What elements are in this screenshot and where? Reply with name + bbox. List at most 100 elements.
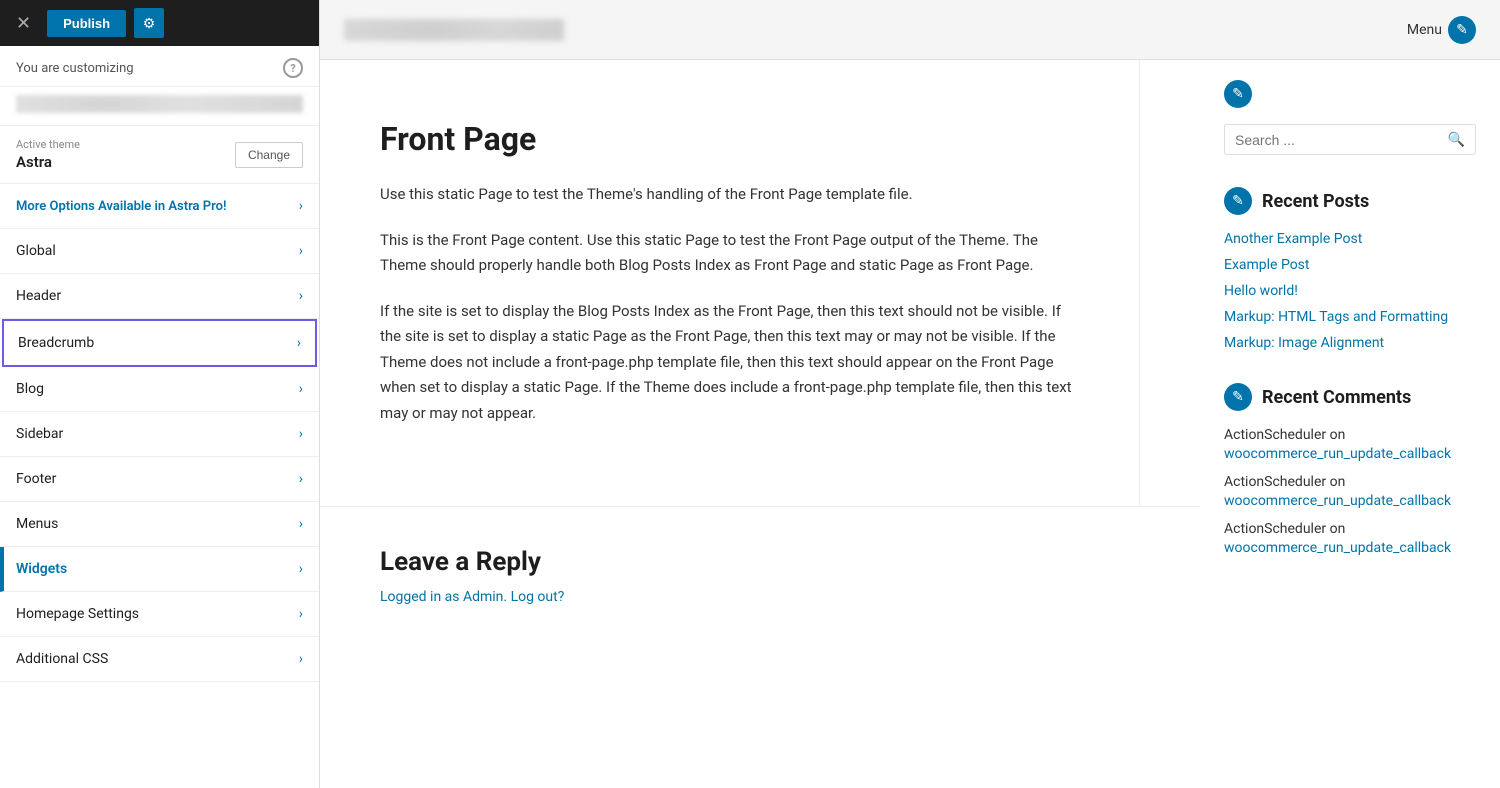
astra-pro-text: More Options Available in Astra Pro! <box>16 199 226 214</box>
recent-posts-widget: ✎ Recent Posts Another Example Post Exam… <box>1224 187 1476 351</box>
article-title: Front Page <box>380 120 1079 158</box>
customizing-row: You are customizing ? <box>0 46 319 87</box>
comment-author-2: ActionScheduler on <box>1224 474 1476 490</box>
chevron-global: › <box>299 243 303 259</box>
astra-pro-banner[interactable]: More Options Available in Astra Pro! › <box>0 184 319 229</box>
settings-button[interactable]: ⚙ <box>134 8 164 38</box>
comment-link-2: woocommerce_run_update_callback <box>1224 493 1476 509</box>
sidebar-item-label-sidebar: Sidebar <box>16 426 63 442</box>
list-item: Another Example Post <box>1224 231 1476 247</box>
list-item: Example Post <box>1224 257 1476 273</box>
article-para-3: If the site is set to display the Blog P… <box>380 299 1079 427</box>
main-content: Menu ✎ Front Page Use this static Page t… <box>320 0 1500 788</box>
recent-comments-pencil-icon: ✎ <box>1224 383 1252 411</box>
recent-comments-widget: ✎ Recent Comments ActionScheduler on woo… <box>1224 383 1476 556</box>
customizing-label: You are customizing <box>16 61 134 76</box>
recent-posts-header: ✎ Recent Posts <box>1224 187 1476 215</box>
list-item: Hello world! <box>1224 283 1476 299</box>
close-button[interactable]: ✕ <box>8 10 39 36</box>
list-item: Markup: Image Alignment <box>1224 335 1476 351</box>
recent-posts-list: Another Example Post Example Post Hello … <box>1224 231 1476 351</box>
article-para-1: Use this static Page to test the Theme's… <box>380 182 1079 208</box>
leave-reply-section: Leave a Reply Logged in as Admin. Log ou… <box>320 506 1200 645</box>
main-article: Front Page Use this static Page to test … <box>320 60 1140 506</box>
chevron-blog: › <box>299 381 303 397</box>
list-item: Markup: HTML Tags and Formatting <box>1224 309 1476 325</box>
search-input[interactable] <box>1235 132 1440 148</box>
menu-link[interactable]: Menu ✎ <box>1407 16 1476 44</box>
comment-author-1: ActionScheduler on <box>1224 427 1476 443</box>
sidebar-item-menus[interactable]: Menus › <box>0 502 319 547</box>
customizer-panel: ✕ Publish ⚙ You are customizing ? Active… <box>0 0 320 788</box>
sidebar-item-label-additional-css: Additional CSS <box>16 651 108 667</box>
sidebar-item-label-homepage-settings: Homepage Settings <box>16 606 139 622</box>
active-theme-section: Active theme Astra Change <box>0 126 319 184</box>
recent-post-link-3[interactable]: Hello world! <box>1224 283 1298 299</box>
article-para-2: This is the Front Page content. Use this… <box>380 228 1079 279</box>
sidebar-item-header[interactable]: Header › <box>0 274 319 319</box>
sidebar-item-label-breadcrumb: Breadcrumb <box>18 335 94 351</box>
search-pencil-icon: ✎ <box>1224 80 1252 108</box>
recent-posts-title: Recent Posts <box>1262 191 1369 212</box>
sidebar-item-sidebar[interactable]: Sidebar › <box>0 412 319 457</box>
chevron-widgets: › <box>299 561 303 577</box>
active-theme-info: Active theme Astra <box>16 138 80 171</box>
chevron-sidebar: › <box>299 426 303 442</box>
sidebar-item-widgets[interactable]: Widgets › <box>0 547 319 592</box>
chevron-breadcrumb: › <box>297 335 301 351</box>
comment-link-1: woocommerce_run_update_callback <box>1224 446 1476 462</box>
comment-link-anchor-2[interactable]: woocommerce_run_update_callback <box>1224 493 1451 509</box>
right-sidebar: ✎ 🔍 ✎ Recent Posts Another Example Post … <box>1200 60 1500 788</box>
menu-label: Menu <box>1407 22 1442 38</box>
help-icon[interactable]: ? <box>283 58 303 78</box>
site-logo <box>344 19 564 41</box>
site-header: Menu ✎ <box>320 0 1500 60</box>
comment-link-anchor-1[interactable]: woocommerce_run_update_callback <box>1224 446 1451 462</box>
sidebar-item-footer[interactable]: Footer › <box>0 457 319 502</box>
comment-author-3: ActionScheduler on <box>1224 521 1476 537</box>
recent-posts-pencil-icon: ✎ <box>1224 187 1252 215</box>
sidebar-item-global[interactable]: Global › <box>0 229 319 274</box>
sidebar-item-blog[interactable]: Blog › <box>0 367 319 412</box>
recent-post-link-2[interactable]: Example Post <box>1224 257 1310 273</box>
logged-in-text: Logged in as Admin. Log out? <box>380 589 1140 605</box>
logout-link[interactable]: Log out? <box>511 589 565 605</box>
list-item: ActionScheduler on woocommerce_run_updat… <box>1224 521 1476 556</box>
change-theme-button[interactable]: Change <box>235 142 303 168</box>
article-body: Use this static Page to test the Theme's… <box>380 182 1079 426</box>
active-theme-name: Astra <box>16 153 52 171</box>
recent-comments-list: ActionScheduler on woocommerce_run_updat… <box>1224 427 1476 556</box>
sidebar-item-breadcrumb[interactable]: Breadcrumb › <box>2 319 317 367</box>
recent-comments-header: ✎ Recent Comments <box>1224 383 1476 411</box>
customizer-header: ✕ Publish ⚙ <box>0 0 319 46</box>
logged-in-link[interactable]: Logged in as Admin. <box>380 589 507 605</box>
pencil-icon: ✎ <box>1448 16 1476 44</box>
sidebar-item-label-blog: Blog <box>16 381 44 397</box>
search-box: 🔍 <box>1224 124 1476 155</box>
sidebar-item-label-menus: Menus <box>16 516 58 532</box>
leave-reply-title: Leave a Reply <box>380 547 1140 577</box>
recent-comments-title: Recent Comments <box>1262 387 1411 408</box>
site-preview-blur <box>16 95 303 113</box>
sidebar-item-homepage-settings[interactable]: Homepage Settings › <box>0 592 319 637</box>
chevron-menus: › <box>299 516 303 532</box>
sidebar-item-additional-css[interactable]: Additional CSS › <box>0 637 319 682</box>
chevron-footer: › <box>299 471 303 487</box>
recent-post-link-5[interactable]: Markup: Image Alignment <box>1224 335 1384 351</box>
publish-button[interactable]: Publish <box>47 10 126 37</box>
chevron-header: › <box>299 288 303 304</box>
list-item: ActionScheduler on woocommerce_run_updat… <box>1224 474 1476 509</box>
chevron-homepage-settings: › <box>299 606 303 622</box>
chevron-additional-css: › <box>299 651 303 667</box>
comment-link-anchor-3[interactable]: woocommerce_run_update_callback <box>1224 540 1451 556</box>
site-preview-bar <box>0 87 319 126</box>
article-wrapper: Front Page Use this static Page to test … <box>320 60 1200 788</box>
astra-pro-chevron: › <box>299 198 303 214</box>
sidebar-item-label-footer: Footer <box>16 471 56 487</box>
recent-post-link-1[interactable]: Another Example Post <box>1224 231 1362 247</box>
recent-post-link-4[interactable]: Markup: HTML Tags and Formatting <box>1224 309 1448 325</box>
sidebar-item-label-widgets: Widgets <box>16 561 67 577</box>
sidebar-item-label-header: Header <box>16 288 61 304</box>
search-button[interactable]: 🔍 <box>1448 131 1465 148</box>
comment-link-3: woocommerce_run_update_callback <box>1224 540 1476 556</box>
